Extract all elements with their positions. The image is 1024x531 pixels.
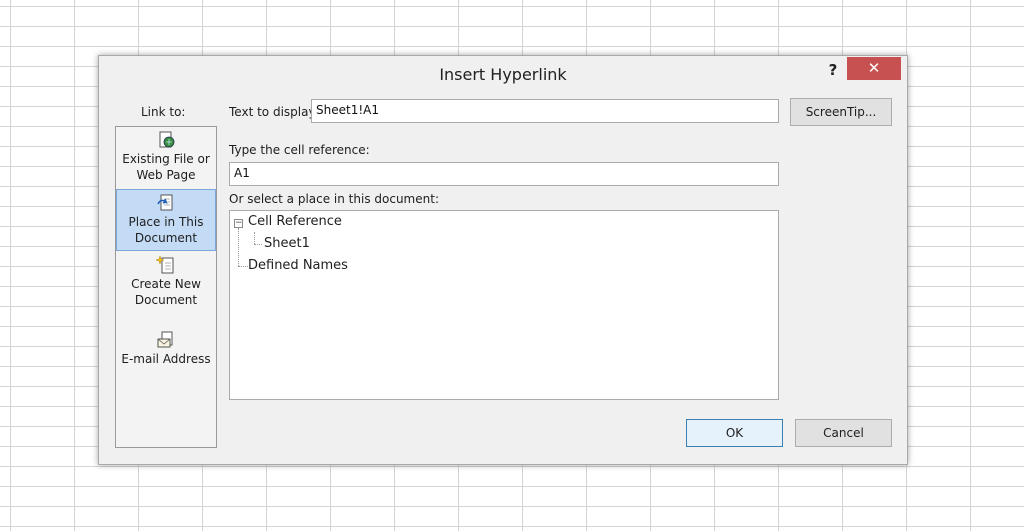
link-to-email-address[interactable]: E-mail Address: [116, 327, 216, 389]
existing-file-icon: [159, 131, 175, 148]
insert-hyperlink-dialog: Insert Hyperlink ? ✕ Link to: Existing F…: [98, 55, 908, 465]
cell-reference-label: Type the cell reference:: [229, 143, 370, 157]
link-item-line2: Web Page: [136, 168, 196, 182]
create-new-document-icon: [156, 255, 174, 274]
text-to-display-input[interactable]: Sheet1!A1: [311, 99, 779, 123]
tree-connector: [238, 266, 248, 267]
place-tree[interactable]: − Cell Reference Sheet1 Defined Names: [229, 210, 779, 400]
tree-connector: [238, 228, 239, 266]
ok-button[interactable]: OK: [686, 419, 783, 447]
close-button[interactable]: ✕: [847, 57, 901, 80]
close-icon: ✕: [867, 59, 881, 77]
tree-item-defined-names[interactable]: Defined Names: [248, 258, 348, 273]
select-place-label: Or select a place in this document:: [229, 192, 439, 206]
link-item-line1: Create New: [131, 277, 201, 291]
link-item-line2: Document: [134, 231, 198, 245]
link-item-line1: E-mail Address: [121, 352, 211, 366]
cell-reference-input[interactable]: A1: [229, 162, 779, 186]
collapse-icon[interactable]: −: [234, 219, 243, 228]
link-item-line1: Existing File or: [122, 152, 210, 166]
link-item-line1: Place in This: [128, 215, 204, 229]
link-to-create-new-document[interactable]: Create New Document: [116, 252, 216, 314]
text-to-display-label: Text to display:: [229, 105, 319, 119]
tree-connector: [254, 232, 255, 244]
link-to-place-in-document[interactable]: Place in This Document: [116, 189, 216, 251]
link-to-label: Link to:: [141, 105, 186, 119]
tree-connector: [254, 244, 262, 245]
link-to-panel: Existing File or Web Page Place in This …: [115, 126, 217, 448]
tree-item-cell-reference[interactable]: Cell Reference: [248, 214, 342, 229]
help-button[interactable]: ?: [823, 61, 843, 79]
tree-item-sheet1[interactable]: Sheet1: [264, 236, 310, 251]
link-item-line2: Document: [134, 293, 198, 307]
dialog-title: Insert Hyperlink: [439, 65, 567, 84]
link-to-existing-file[interactable]: Existing File or Web Page: [116, 127, 216, 189]
email-address-icon: [157, 331, 173, 348]
cancel-button[interactable]: Cancel: [795, 419, 892, 447]
screentip-button[interactable]: ScreenTip...: [790, 98, 892, 126]
place-in-document-icon: [157, 194, 173, 211]
